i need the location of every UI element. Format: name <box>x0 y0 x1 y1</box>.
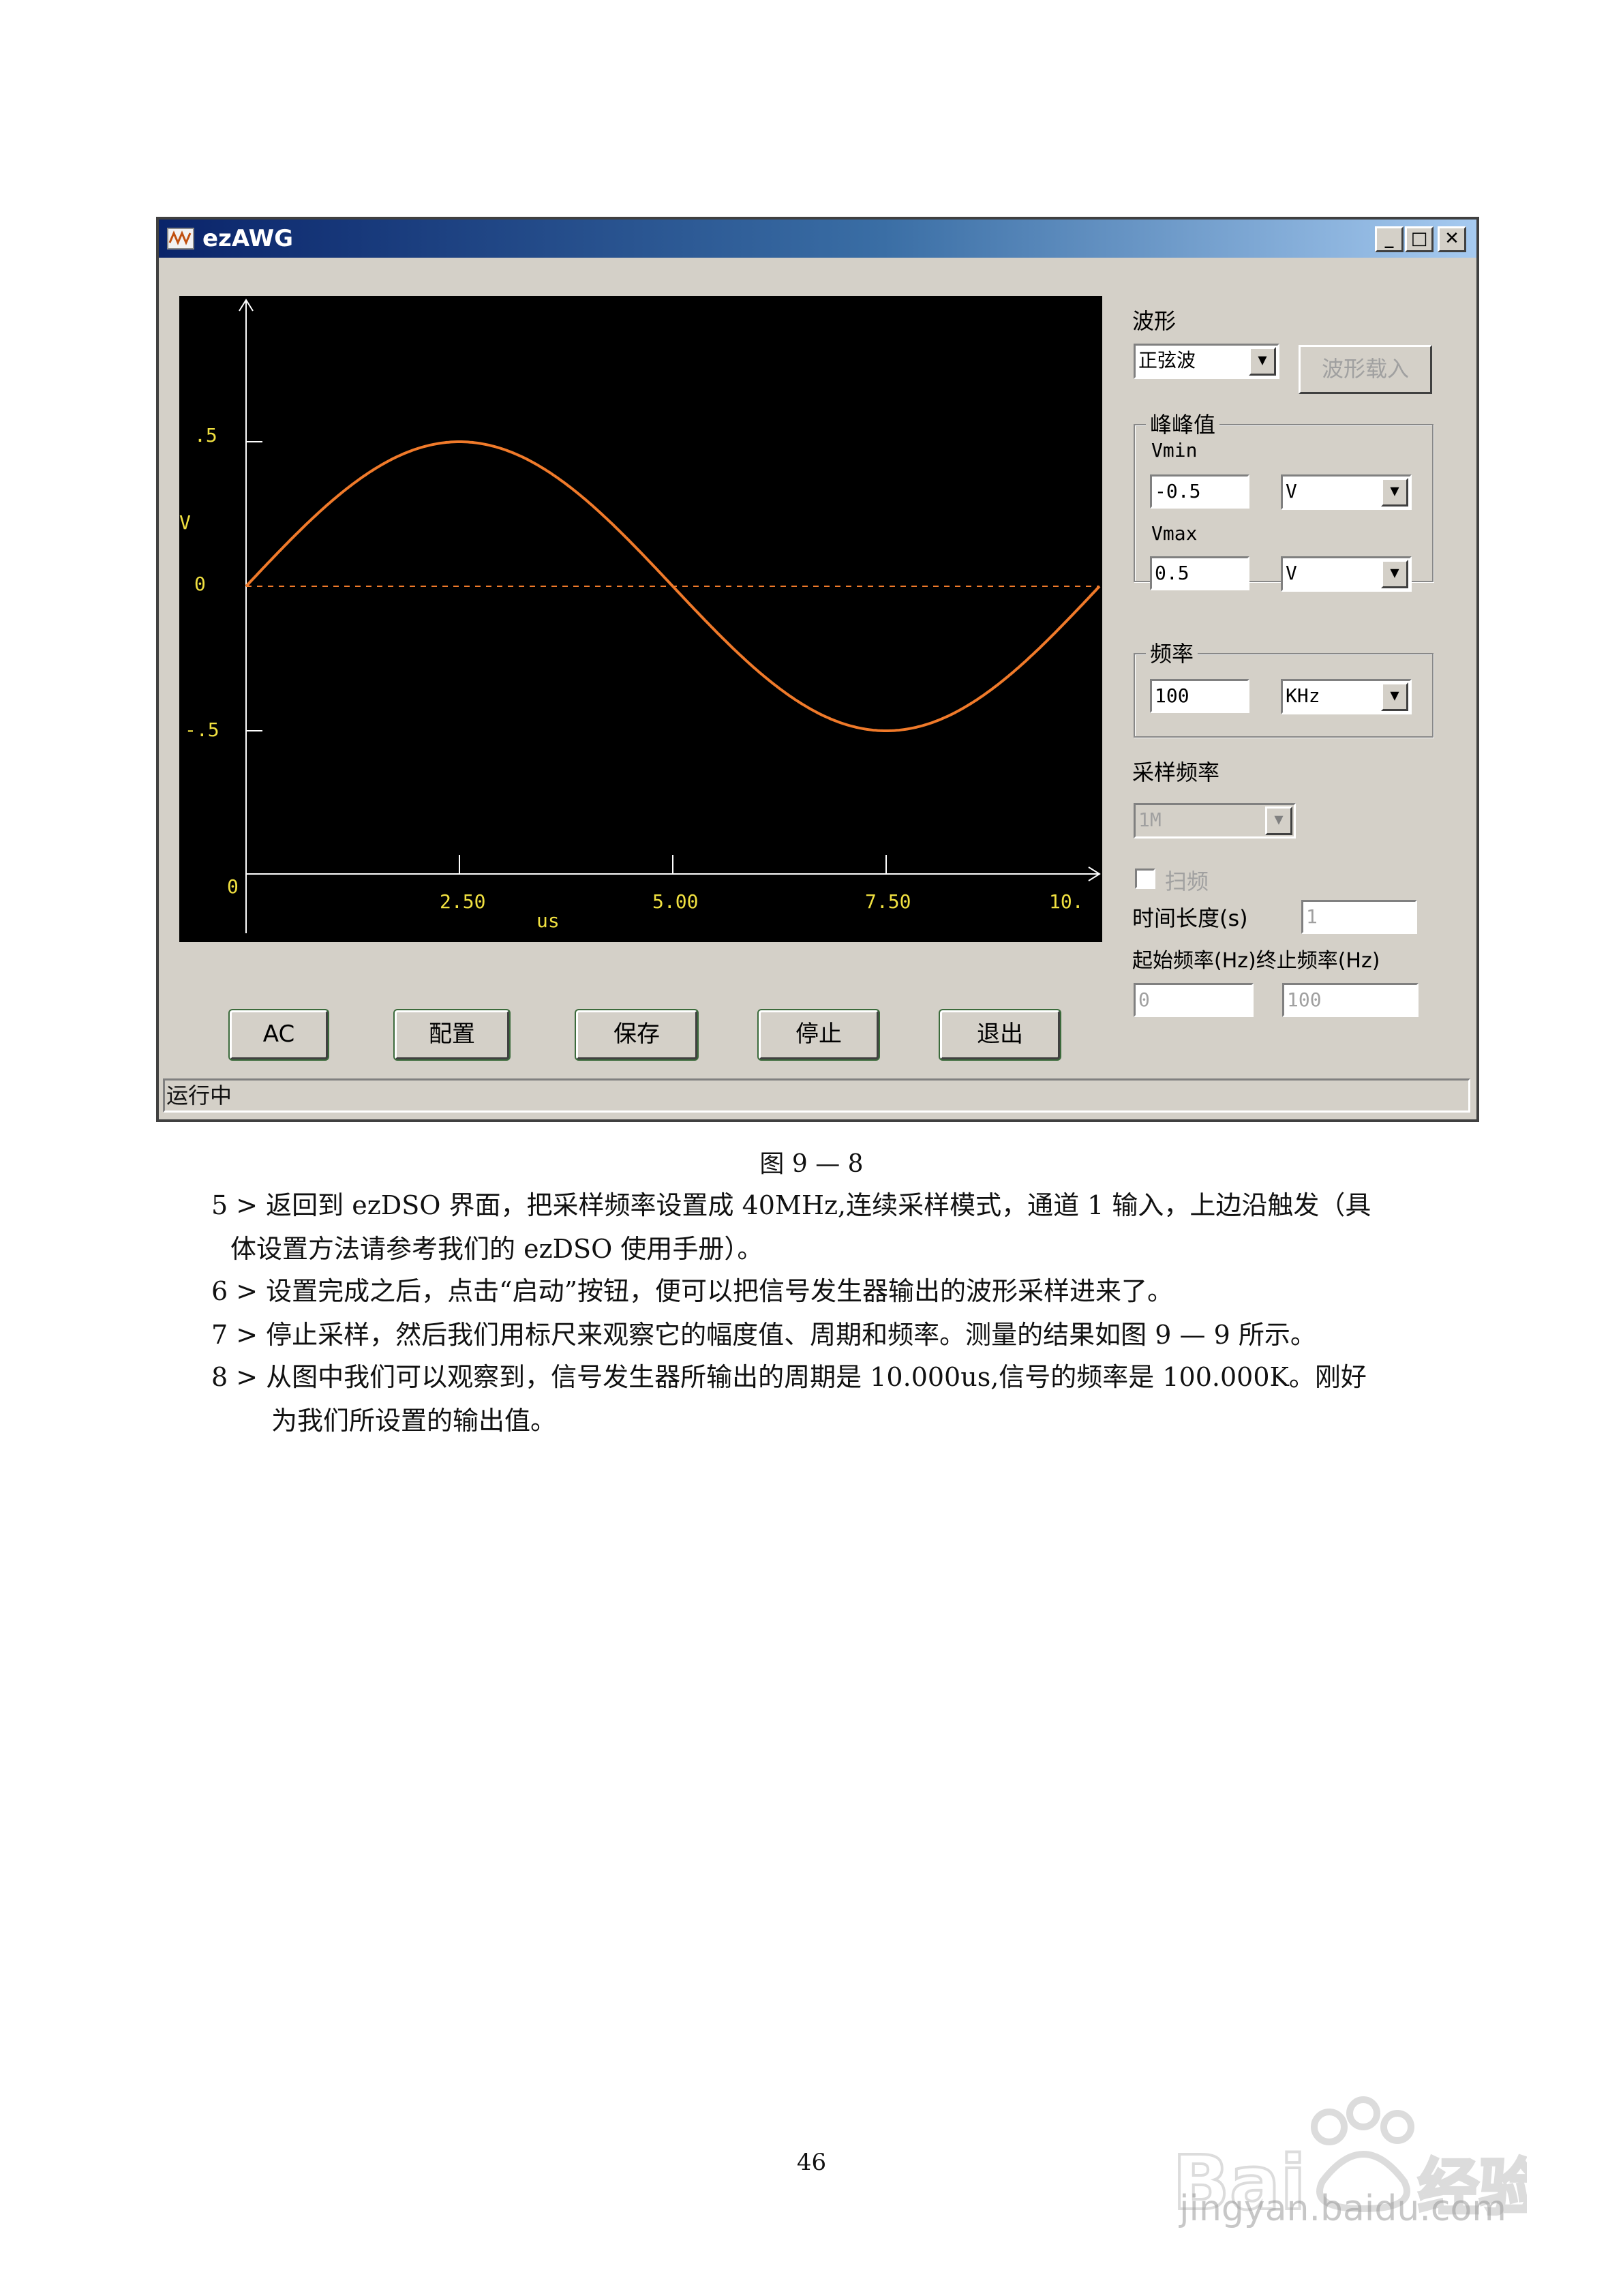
step-7: 7 > 停止采样，然后我们用标尺来观察它的幅度值、周期和频率。测量的结果如图 9… <box>211 1320 1316 1350</box>
window-title: ezAWG <box>202 225 294 252</box>
waveform-chart <box>239 299 1101 933</box>
title-bar[interactable]: ezAWG _ □ ✕ <box>159 220 1476 258</box>
exit-button[interactable]: 退出 <box>940 1010 1060 1059</box>
figure-caption: 图 9 — 8 <box>759 1150 864 1178</box>
ac-button[interactable]: AC <box>230 1010 328 1059</box>
vmin-label: Vmin <box>1151 439 1198 462</box>
vmax-unit-select[interactable]: V ▼ <box>1281 556 1412 592</box>
stop-frequency-input[interactable]: 100 <box>1282 983 1419 1017</box>
minimize-button[interactable]: _ <box>1375 226 1404 252</box>
step-5-line-2: 体设置方法请参考我们的 ezDSO 使用手册）。 <box>230 1234 763 1264</box>
watermark-url: jingyan.baidu.com <box>1179 2188 1506 2229</box>
sample-rate-value: 1M <box>1138 809 1162 831</box>
load-waveform-button[interactable]: 波形载入 <box>1299 345 1432 394</box>
x-tick-label: 10. <box>1049 890 1084 913</box>
waveform-label: 波形 <box>1132 308 1177 334</box>
x-tick-label: 2.50 <box>440 890 486 913</box>
x-axis-unit: us <box>536 909 560 932</box>
duration-input[interactable]: 1 <box>1301 900 1417 934</box>
chevron-down-icon[interactable]: ▼ <box>1381 682 1408 711</box>
step-5-line-1: 5 > 返回到 ezDSO 界面，把采样频率设置成 40MHz,连续采样模式，通… <box>211 1190 1371 1220</box>
status-bar: 运行中 <box>163 1078 1470 1113</box>
y-tick-label: -.5 <box>185 719 219 741</box>
x-tick-label: 0 <box>227 875 239 898</box>
chevron-down-icon[interactable]: ▼ <box>1381 560 1408 588</box>
vmax-input[interactable]: 0.5 <box>1150 556 1249 590</box>
app-icon <box>167 228 194 250</box>
y-axis-label: V <box>179 511 191 534</box>
close-button[interactable]: ✕ <box>1438 226 1466 252</box>
y-tick-label: 0 <box>194 573 206 595</box>
x-tick-marks <box>459 855 887 874</box>
x-tick-label: 5.00 <box>652 890 699 913</box>
vmax-label: Vmax <box>1151 522 1198 545</box>
save-button[interactable]: 保存 <box>576 1010 697 1059</box>
frequency-unit-value: KHz <box>1286 684 1320 707</box>
sample-rate-select[interactable]: 1M ▼ <box>1134 803 1296 839</box>
waveform-select[interactable]: 正弦波 ▼ <box>1134 344 1279 379</box>
maximize-button[interactable]: □ <box>1405 226 1434 252</box>
baidu-jingyan-logo: Bai 经验 <box>1171 2096 1527 2228</box>
waveform-plot: .5 V 0 -.5 0 2.50 5.00 7.50 10. us <box>179 296 1102 942</box>
x-tick-label: 7.50 <box>865 890 911 913</box>
start-stop-frequency-label: 起始频率(Hz)终止频率(Hz) <box>1132 949 1380 973</box>
config-button[interactable]: 配置 <box>395 1010 509 1059</box>
vmin-input[interactable]: -0.5 <box>1150 474 1249 509</box>
step-8-line-2: 为我们所设置的输出值。 <box>271 1406 557 1436</box>
frequency-title: 频率 <box>1146 637 1198 668</box>
ezawg-window: ezAWG _ □ ✕ .5 V 0 -.5 0 2.50 5.00 7.50 … <box>156 217 1479 1122</box>
y-tick-label: .5 <box>194 424 217 447</box>
duration-label: 时间长度(s) <box>1132 905 1248 931</box>
step-8-line-1: 8 > 从图中我们可以观察到，信号发生器所输出的周期是 10.000us,信号的… <box>211 1362 1367 1392</box>
stop-button[interactable]: 停止 <box>759 1010 879 1059</box>
step-6: 6 > 设置完成之后，点击“启动”按钮，便可以把信号发生器输出的波形采样进来了。 <box>211 1276 1174 1306</box>
chevron-down-icon[interactable]: ▼ <box>1249 347 1276 376</box>
peak-to-peak-title: 峰峰值 <box>1146 408 1220 439</box>
start-frequency-input[interactable]: 0 <box>1134 983 1254 1017</box>
vmax-unit-value: V <box>1286 562 1297 584</box>
sweep-checkbox[interactable] <box>1135 868 1155 889</box>
vmin-unit-value: V <box>1286 480 1297 502</box>
frequency-unit-select[interactable]: KHz ▼ <box>1281 679 1412 714</box>
frequency-input[interactable]: 100 <box>1150 679 1249 713</box>
waveform-value: 正弦波 <box>1138 349 1196 372</box>
sweep-label: 扫频 <box>1165 868 1209 894</box>
chevron-down-icon[interactable]: ▼ <box>1381 478 1408 507</box>
vmin-unit-select[interactable]: V ▼ <box>1281 474 1412 510</box>
sine-waveform <box>245 440 1101 732</box>
sample-rate-label: 采样频率 <box>1132 759 1220 785</box>
chevron-down-icon[interactable]: ▼ <box>1265 806 1292 835</box>
